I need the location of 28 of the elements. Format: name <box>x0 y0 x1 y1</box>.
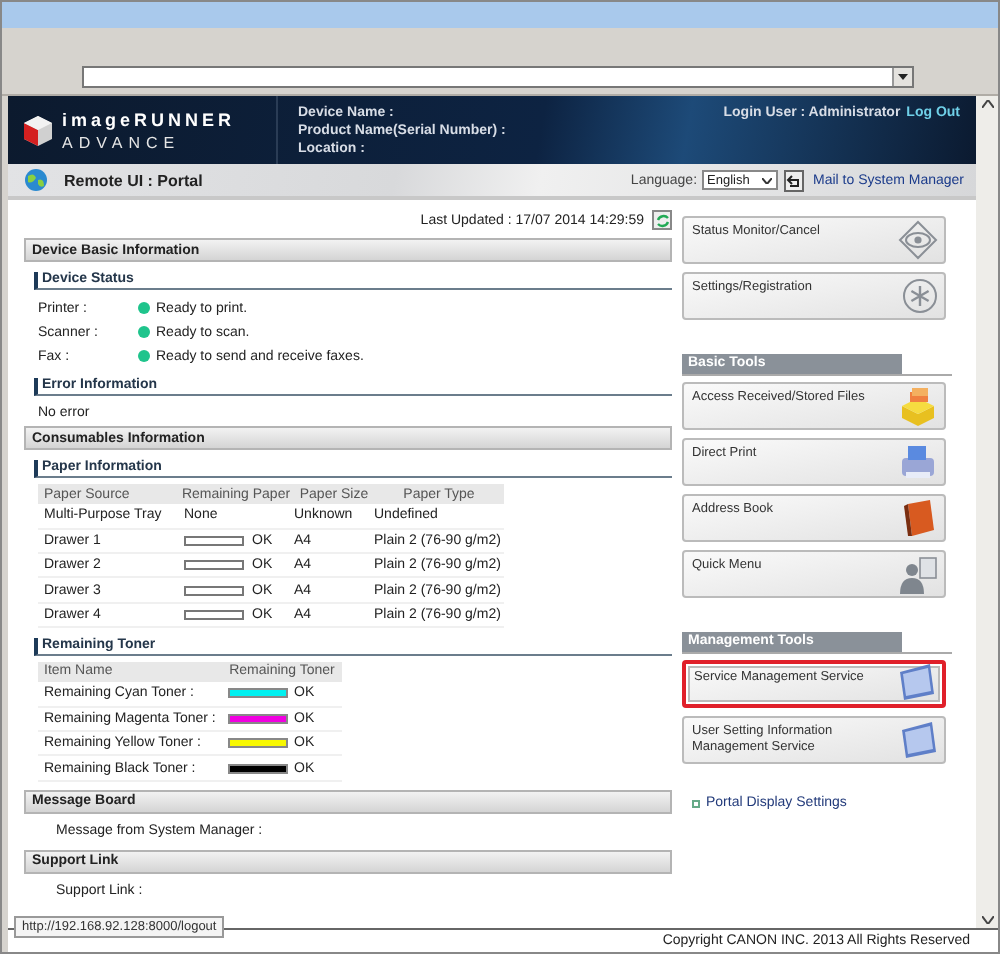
scrollbar[interactable] <box>976 96 998 928</box>
person-icon <box>898 554 938 594</box>
paper-gauge <box>184 535 244 546</box>
apply-button[interactable] <box>783 169 804 191</box>
scroll-down-icon[interactable] <box>981 916 993 924</box>
dropdown-icon[interactable] <box>761 177 772 183</box>
dropdown-icon[interactable] <box>898 74 908 80</box>
asterisk-icon <box>898 276 938 316</box>
scroll-up-icon[interactable] <box>981 100 993 108</box>
printer-icon <box>898 442 938 482</box>
globe-icon <box>24 168 48 192</box>
paper-gauge <box>184 585 244 596</box>
brand-subtitle: ADVANCE <box>62 133 183 151</box>
file-box-icon <box>898 386 938 426</box>
return-arrow-icon <box>786 173 801 187</box>
page-title: Remote UI : Portal <box>64 171 205 189</box>
address-field[interactable] <box>82 66 914 88</box>
cube-logo-icon <box>24 115 52 145</box>
paper-gauge <box>184 560 244 571</box>
brand-name: imageRUNNER <box>62 109 236 129</box>
refresh-icon <box>655 213 669 227</box>
eye-icon <box>898 220 938 260</box>
monitor-icon <box>896 662 936 702</box>
refresh-button[interactable] <box>652 210 672 230</box>
book-icon <box>898 498 938 538</box>
monitor-icon <box>898 720 938 760</box>
bullet-icon <box>692 799 700 807</box>
paper-gauge <box>184 609 244 620</box>
